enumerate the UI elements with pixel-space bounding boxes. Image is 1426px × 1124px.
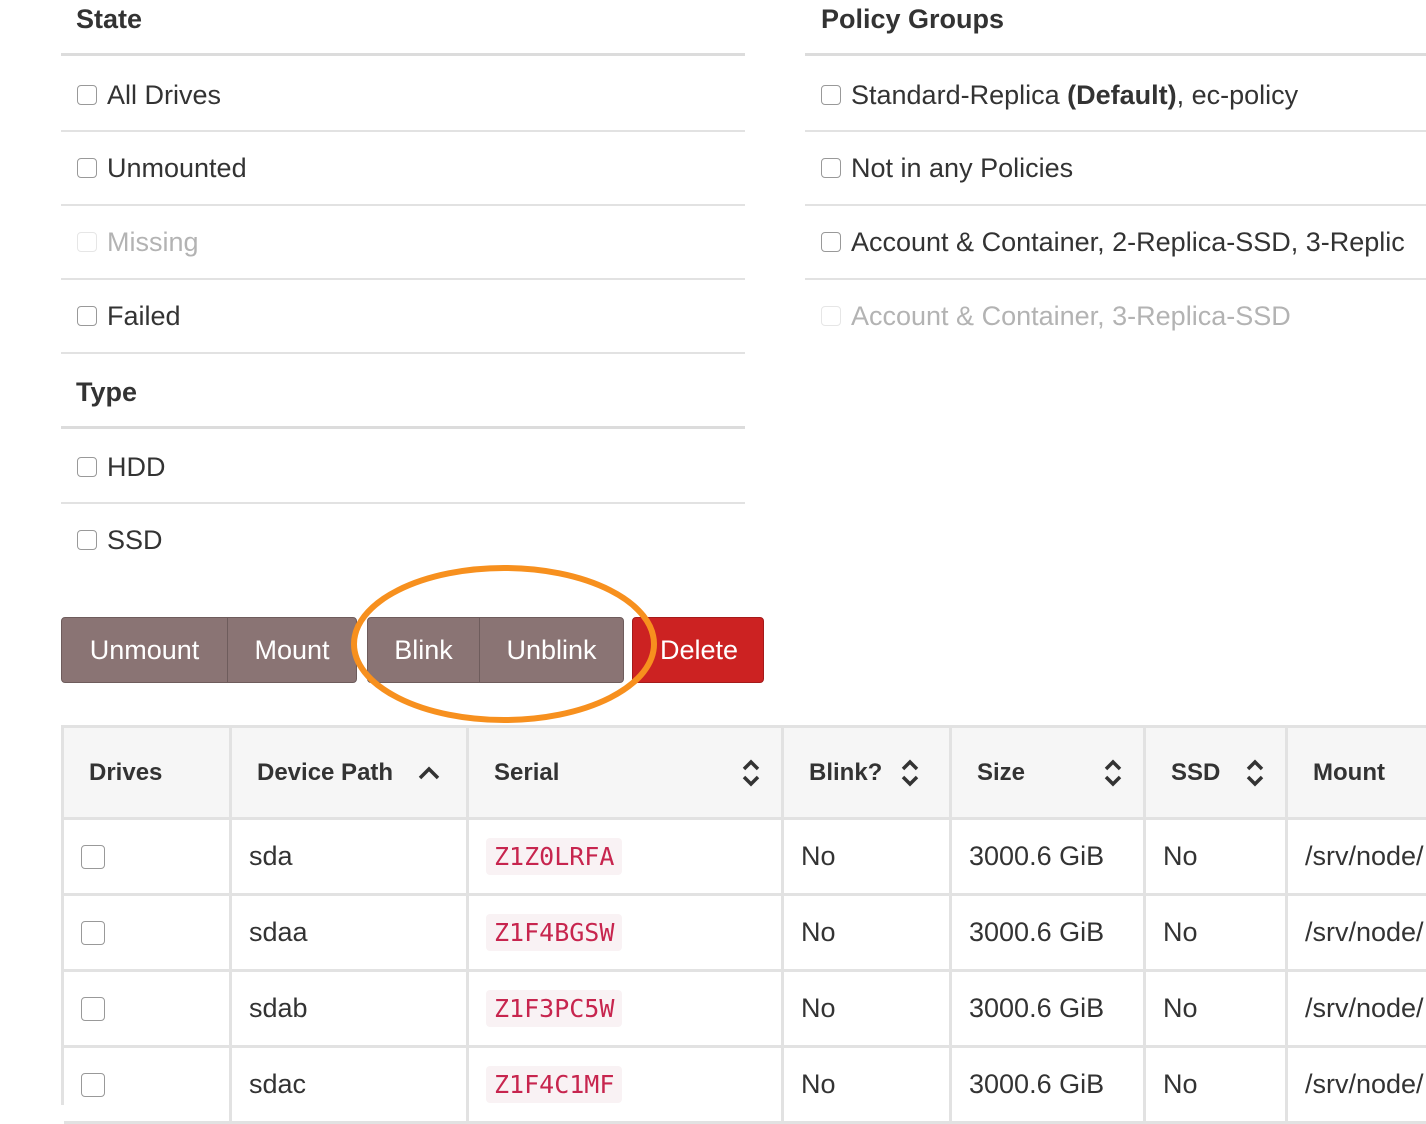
header-label: SSD [1171,758,1221,786]
table-row-sda-select[interactable] [64,820,232,896]
table-row-sdac-select[interactable] [64,1048,232,1124]
filter-all-drives[interactable]: All Drives [61,58,745,132]
col-header-mount[interactable]: Mount [1288,728,1426,820]
col-header-size[interactable]: Size [952,728,1146,820]
checkbox[interactable] [77,530,97,550]
filter-label: Standard-Replica (Default), ec-policy [851,80,1298,111]
cell-serial: Z1F3PC5W [469,972,784,1048]
serial-code: Z1F4BGSW [486,914,623,951]
filter-label: Missing [107,226,199,257]
cell-blink: No [784,896,952,972]
cell-serial: Z1F4C1MF [469,1048,784,1124]
filter-not-in-policies[interactable]: Not in any Policies [805,130,1426,204]
filter-standard-replica[interactable]: Standard-Replica (Default), ec-policy [805,58,1426,132]
table-row-sdaa-select[interactable] [64,896,232,972]
checkbox[interactable] [821,158,841,178]
header-label: Drives [89,758,163,786]
filter-account-container-3replica: Account & Container, 3-Replica-SSD [805,278,1426,352]
default-tag: (Default) [1067,79,1177,110]
cell-ssd: No [1146,972,1288,1048]
header-label: Size [977,758,1026,786]
filter-missing: Missing [61,204,745,278]
state-title-divider [61,53,745,56]
sort-icon [900,758,920,788]
checkbox[interactable] [77,306,97,326]
header-label: Serial [494,758,560,786]
filter-label: Unmounted [107,152,247,183]
header-label: Mount [1313,758,1385,786]
col-header-ssd[interactable]: SSD [1146,728,1288,820]
sort-asc-icon [417,765,441,781]
cell-device-path: sdab [232,972,469,1048]
mount-button[interactable]: Mount [227,617,357,683]
checkbox [77,232,97,252]
cell-mount: /srv/node/ [1288,820,1426,896]
cell-mount: /srv/node/ [1288,972,1426,1048]
cell-device-path: sda [232,820,469,896]
row-checkbox[interactable] [81,996,105,1021]
filter-label: Failed [107,300,181,331]
filter-label: Account & Container, 3-Replica-SSD [851,300,1291,331]
cell-ssd: No [1146,896,1288,972]
filter-label: Account & Container, 2-Replica-SSD, 3-Re… [851,226,1405,257]
checkbox[interactable] [77,158,97,178]
cell-device-path: sdac [232,1048,469,1124]
checkbox[interactable] [77,85,97,105]
type-title-divider [61,426,745,429]
col-header-blink[interactable]: Blink? [784,728,952,820]
policy-name: Standard-Replica [851,79,1068,110]
filter-hdd[interactable]: HDD [61,430,745,504]
cell-blink: No [784,1048,952,1124]
type-section-title: Type [76,377,138,407]
policy-title-divider [805,53,1426,56]
unmount-button[interactable]: Unmount [61,617,228,683]
filter-label: Not in any Policies [851,152,1074,183]
checkbox[interactable] [821,232,841,252]
cell-blink: No [784,820,952,896]
col-header-device-path[interactable]: Device Path [232,728,469,820]
state-section-title: State [76,4,143,34]
highlight-ellipse [351,565,657,723]
row-checkbox[interactable] [81,1072,105,1097]
policy-name-suffix: , ec-policy [1176,79,1299,110]
filter-account-container-2replica[interactable]: Account & Container, 2-Replica-SSD, 3-Re… [805,204,1426,278]
cell-size: 3000.6 GiB [952,972,1146,1048]
checkbox[interactable] [821,85,841,105]
cell-serial: Z1F4BGSW [469,896,784,972]
filter-label: SSD [107,524,163,555]
cell-size: 3000.6 GiB [952,896,1146,972]
filter-label: All Drives [107,79,222,110]
cell-mount: /srv/node/ [1288,1048,1426,1124]
cell-ssd: No [1146,820,1288,896]
table-row-sdab-select[interactable] [64,972,232,1048]
row-checkbox[interactable] [81,844,105,869]
filter-label: HDD [107,451,166,482]
row-checkbox[interactable] [81,920,105,945]
col-header-serial[interactable]: Serial [469,728,784,820]
filter-failed[interactable]: Failed [61,278,745,352]
col-header-drives[interactable]: Drives [64,728,232,820]
serial-code: Z1Z0LRFA [486,838,623,875]
cell-mount: /srv/node/ [1288,896,1426,972]
policy-groups-section-title: Policy Groups [821,4,1005,34]
cell-serial: Z1Z0LRFA [469,820,784,896]
header-label: Device Path [257,758,394,786]
sort-icon [1103,758,1123,788]
serial-code: Z1F3PC5W [486,990,623,1027]
filter-unmounted[interactable]: Unmounted [61,130,745,204]
checkbox [821,306,841,326]
sort-icon [741,758,761,788]
header-label: Blink? [809,758,883,786]
cell-ssd: No [1146,1048,1288,1124]
state-bottom-divider [61,352,745,354]
sort-icon [1245,758,1265,788]
cell-blink: No [784,972,952,1048]
cell-device-path: sdaa [232,896,469,972]
checkbox[interactable] [77,457,97,477]
cell-size: 3000.6 GiB [952,1048,1146,1124]
cell-size: 3000.6 GiB [952,820,1146,896]
serial-code: Z1F4C1MF [486,1066,623,1103]
